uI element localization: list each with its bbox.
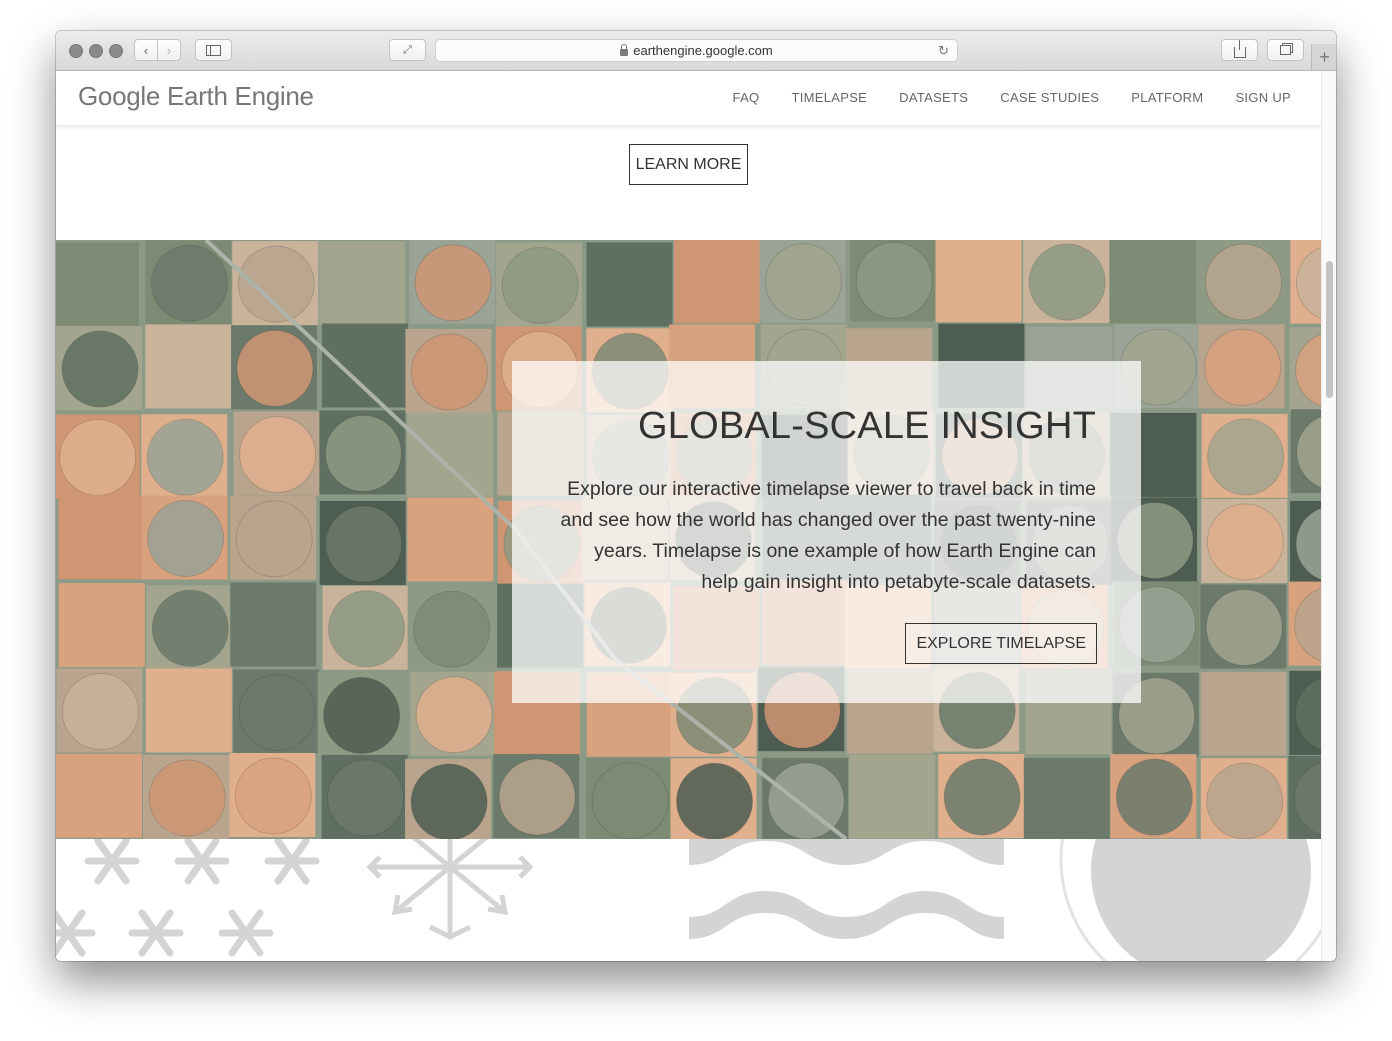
nav-timelapse[interactable]: TIMELAPSE [791,90,867,105]
site-logo[interactable]: Google Earth Engine [78,81,314,112]
address-bar[interactable]: earthengine.google.com ↻ [435,39,958,62]
snowflake-icon [174,837,230,885]
nav-platform[interactable]: PLATFORM [1131,90,1203,105]
snowflake-icon [264,837,320,885]
sidebar-button[interactable] [195,39,232,61]
snowflake-icon [56,909,96,957]
lock-icon [620,44,629,56]
sidebar-icon [206,44,221,56]
hero-section: GLOBAL-SCALE INSIGHT Explore our interac… [56,240,1321,839]
hero-card: GLOBAL-SCALE INSIGHT Explore our interac… [512,361,1141,703]
back-button[interactable]: ‹ [134,39,158,61]
expand-icon: ⤢ [403,43,412,56]
browser-toolbar: ‹ › ⤢ earthengine.google.com ↻ + [56,31,1336,71]
main-nav: FAQ TIMELAPSE DATASETS CASE STUDIES PLAT… [701,90,1291,105]
nav-sign-up[interactable]: SIGN UP [1235,90,1291,105]
weather-pattern-graphic [56,717,1321,961]
large-snowflake-icon [366,817,534,940]
share-icon [1233,39,1246,58]
share-button[interactable] [1221,39,1258,61]
nav-case-studies[interactable]: CASE STUDIES [1000,90,1099,105]
nav-faq[interactable]: FAQ [733,90,760,105]
page-scrollbar[interactable] [1321,71,1336,961]
waves-icon [689,839,1004,939]
hero-description: Explore our interactive timelapse viewer… [560,478,1096,593]
close-window-icon[interactable] [69,44,83,58]
forward-button[interactable]: › [157,39,181,61]
fullscreen-button[interactable]: ⤢ [389,39,426,61]
hero-title: GLOBAL-SCALE INSIGHT [637,405,1096,447]
zoom-window-icon[interactable] [109,44,123,58]
learn-more-button[interactable]: LEARN MORE [629,144,748,185]
sun-icon [1059,717,1321,961]
snowflake-icon [84,837,140,885]
nav-datasets[interactable]: DATASETS [899,90,968,105]
tabs-overview-button[interactable] [1267,39,1304,61]
reload-icon[interactable]: ↻ [938,43,949,59]
url-text: earthengine.google.com [633,43,773,58]
page-viewport: Google Earth Engine FAQ TIMELAPSE DATASE… [56,71,1321,961]
explore-timelapse-button[interactable]: EXPLORE TIMELAPSE [905,623,1097,664]
scrollbar-thumb[interactable] [1326,261,1333,398]
decorative-icons-strip [56,717,1321,961]
browser-window: ‹ › ⤢ earthengine.google.com ↻ + Google … [56,31,1336,961]
snowflake-icon [218,909,274,957]
snowflake-icon [128,909,184,957]
minimize-window-icon[interactable] [89,44,103,58]
tabs-icon [1280,45,1291,55]
new-tab-button[interactable]: + [1311,44,1336,70]
site-header: Google Earth Engine FAQ TIMELAPSE DATASE… [56,71,1321,126]
